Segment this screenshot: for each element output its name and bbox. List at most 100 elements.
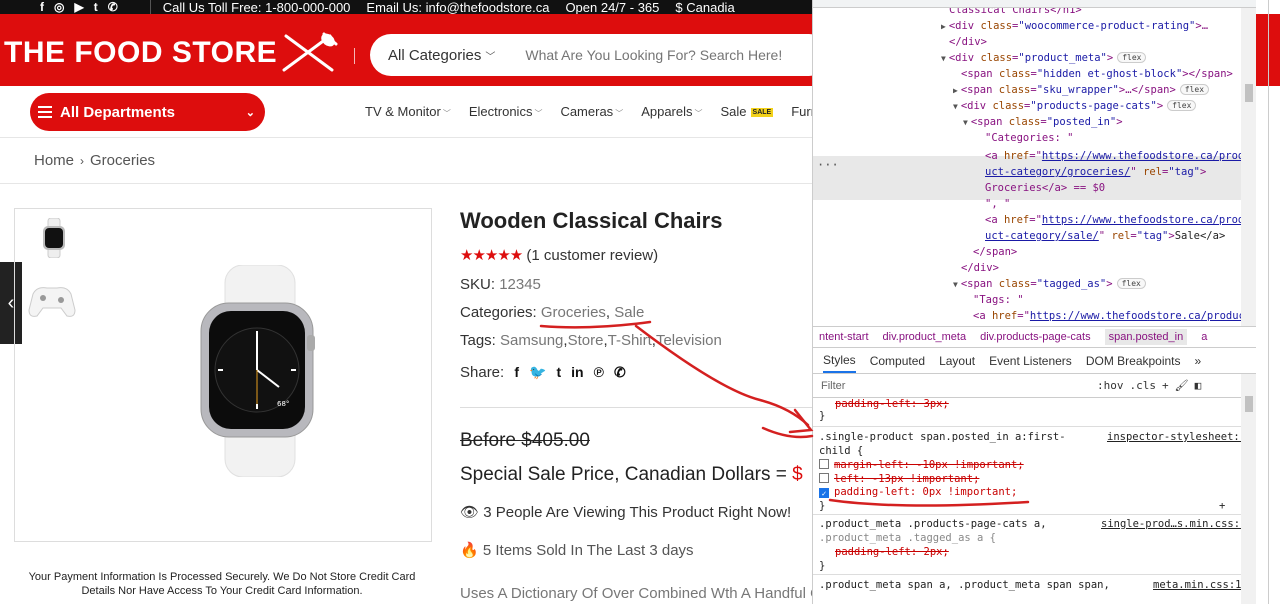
hours-info: Open 24/7 - 365	[565, 0, 660, 14]
nav-item-apparels[interactable]: Apparels ﹀	[641, 104, 702, 119]
css-declaration[interactable]: margin-left: -10px !important;	[819, 459, 1024, 471]
search-input[interactable]	[525, 47, 826, 63]
whatsapp-icon[interactable]: ✆	[108, 0, 118, 14]
tag-link[interactable]: Television	[656, 332, 722, 349]
review-count-link[interactable]: (1 customer review)	[526, 247, 658, 264]
css-declaration[interactable]: left: -13px !important;	[819, 473, 979, 485]
dom-line[interactable]: "Tags: "	[973, 294, 1024, 306]
flex-badge[interactable]: flex	[1116, 278, 1146, 289]
phone-info[interactable]: Call Us Toll Free: 1-800-000-000	[163, 0, 351, 14]
css-selector[interactable]: .product_meta .tagged_as a {	[819, 532, 996, 544]
css-selector[interactable]: child {	[819, 445, 863, 457]
category-link-sale[interactable]: Sale	[614, 304, 644, 321]
tab-styles[interactable]: Styles	[823, 349, 856, 373]
add-rule-icon[interactable]: +	[1162, 379, 1169, 392]
site-logo[interactable]: THE FOOD STORE	[4, 36, 277, 70]
whatsapp-icon[interactable]: ✆	[614, 364, 626, 381]
tumblr-icon[interactable]: t	[556, 364, 561, 381]
nav-item-tv-monitor[interactable]: TV & Monitor ﹀	[365, 104, 451, 119]
tab-layout[interactable]: Layout	[939, 354, 975, 368]
css-declaration[interactable]: ✓ padding-left: 0px !important;	[819, 486, 1017, 498]
breadcrumb-home[interactable]: Home	[34, 152, 74, 169]
dom-line[interactable]: Classical Chairs</h1>	[949, 8, 1082, 16]
dom-line[interactable]: </div>	[961, 262, 999, 274]
css-selector[interactable]: .single-product span.posted_in a:first-i…	[819, 431, 1241, 443]
sidebar-toggle-icon[interactable]: ◧	[1195, 379, 1202, 392]
dom-line[interactable]: ▼ <span class="posted_in">	[963, 116, 1123, 128]
dom-crumb[interactable]: div.product_meta	[883, 331, 967, 343]
more-tabs-icon[interactable]: »	[1195, 354, 1202, 368]
thumbnail-controller[interactable]	[27, 275, 77, 325]
styles-scrollbar[interactable]	[1241, 374, 1256, 604]
dom-line[interactable]: <a href="https://www.thefoodstore.ca/pro…	[973, 310, 1241, 322]
pinterest-icon[interactable]: ℗	[594, 364, 604, 381]
css-selector[interactable]: .product_meta .products-page-cats a, sing…	[819, 518, 1241, 530]
dom-line[interactable]: </div>	[949, 36, 987, 48]
flex-badge[interactable]: flex	[1167, 100, 1197, 111]
dom-crumb[interactable]: span.posted_in	[1104, 329, 1188, 345]
declaration-checkbox[interactable]	[819, 473, 829, 483]
tag-link[interactable]: T-Shirt	[608, 332, 652, 349]
annotation-arrowhead	[788, 408, 814, 434]
facebook-icon[interactable]: f	[514, 364, 519, 381]
class-toggle[interactable]: .cls	[1130, 379, 1157, 392]
instagram-icon[interactable]: ◎	[54, 0, 64, 14]
tags-label: Tags:	[460, 332, 496, 349]
dom-line[interactable]: <a href="https://www.thefoodstore.ca/pro…	[985, 150, 1241, 162]
dom-line[interactable]: ▼ <span class="tagged_as"> flex	[953, 278, 1146, 290]
flex-badge[interactable]: flex	[1117, 52, 1147, 63]
hover-state-toggle[interactable]: :hov	[1097, 379, 1124, 392]
dom-line[interactable]: <span class="hidden et-ghost-block"></sp…	[961, 68, 1233, 80]
linkedin-icon[interactable]: in	[571, 364, 583, 381]
all-departments-button[interactable]: All Departments ⌄	[30, 93, 265, 131]
stylesheet-link[interactable]: single-prod…s.min.css:1	[1101, 518, 1241, 530]
currency-info[interactable]: $ Canadia	[675, 0, 734, 14]
paint-icon[interactable]: 🖌	[1175, 379, 1189, 392]
category-select[interactable]: All Categories ﹀	[388, 47, 495, 64]
dom-line[interactable]: "Categories: "	[985, 132, 1074, 144]
dom-line[interactable]: ▶ <span class="sku_wrapper">…</span> flex	[953, 84, 1210, 96]
css-declaration[interactable]: padding-left: 3px;	[835, 398, 949, 410]
twitter-icon[interactable]: 🐦	[529, 364, 546, 381]
dom-crumb[interactable]: ntent-start	[819, 331, 869, 343]
twitter-icon[interactable]: t	[94, 0, 98, 14]
header-divider	[354, 48, 355, 64]
tag-link[interactable]: Samsung	[500, 332, 563, 349]
css-selector[interactable]: .product_meta span a, .product_meta span…	[819, 579, 1241, 591]
thumbnail-watch[interactable]	[29, 213, 79, 263]
devtools-tab-strip[interactable]	[813, 0, 1256, 8]
dom-crumb[interactable]: a	[1201, 331, 1207, 343]
nav-item-sale[interactable]: Sale SALE	[721, 104, 774, 119]
dom-line[interactable]: Groceries</a> == $0	[985, 182, 1105, 194]
dom-line[interactable]: ▼ <div class="product_meta"> flex	[941, 52, 1147, 64]
nav-item-electronics[interactable]: Electronics ﹀	[469, 104, 543, 119]
dom-line[interactable]: uct-category/groceries/" rel="tag">	[985, 166, 1206, 178]
dom-scrollbar[interactable]	[1241, 8, 1256, 326]
stylesheet-link[interactable]: inspector-stylesheet:1	[1107, 431, 1241, 443]
tag-link[interactable]: Store	[568, 332, 604, 349]
declaration-checkbox-checked[interactable]: ✓	[819, 488, 829, 498]
youtube-icon[interactable]: ▶	[74, 0, 83, 14]
dom-line[interactable]: ▶ <div class="woocommerce-product-rating"…	[941, 20, 1208, 32]
dom-line[interactable]: uct-category/sale/" rel="tag">Sale</a>	[985, 230, 1225, 242]
nav-item-cameras[interactable]: Cameras ﹀	[560, 104, 623, 119]
dom-crumb[interactable]: div.products-page-cats	[980, 331, 1090, 343]
add-declaration-icon[interactable]: +	[1219, 500, 1225, 512]
category-link-groceries[interactable]: Groceries	[541, 304, 606, 321]
styles-filter-input[interactable]: Filter	[821, 380, 1091, 392]
tab-computed[interactable]: Computed	[870, 354, 925, 368]
stylesheet-link[interactable]: meta.min.css:1	[1153, 579, 1241, 591]
flex-badge[interactable]: flex	[1179, 84, 1210, 95]
dom-line[interactable]: ", "	[985, 198, 1010, 210]
css-declaration[interactable]: padding-left: 2px;	[835, 546, 949, 558]
dom-line[interactable]: <a href="https://www.thefoodstore.ca/pro…	[985, 214, 1241, 226]
facebook-icon[interactable]: f	[40, 0, 44, 14]
dom-line[interactable]: ▼ <div class="products-page-cats"> flex	[953, 100, 1197, 112]
tab-event-listeners[interactable]: Event Listeners	[989, 354, 1072, 368]
fork-knife-logo-icon	[282, 32, 338, 72]
declaration-checkbox[interactable]	[819, 459, 829, 469]
dom-line[interactable]: </span>	[973, 246, 1017, 258]
more-options-icon[interactable]: ···	[817, 158, 839, 172]
tab-dom-breakpoints[interactable]: DOM Breakpoints	[1086, 354, 1181, 368]
email-info[interactable]: Email Us: info@thefoodstore.ca	[366, 0, 549, 14]
